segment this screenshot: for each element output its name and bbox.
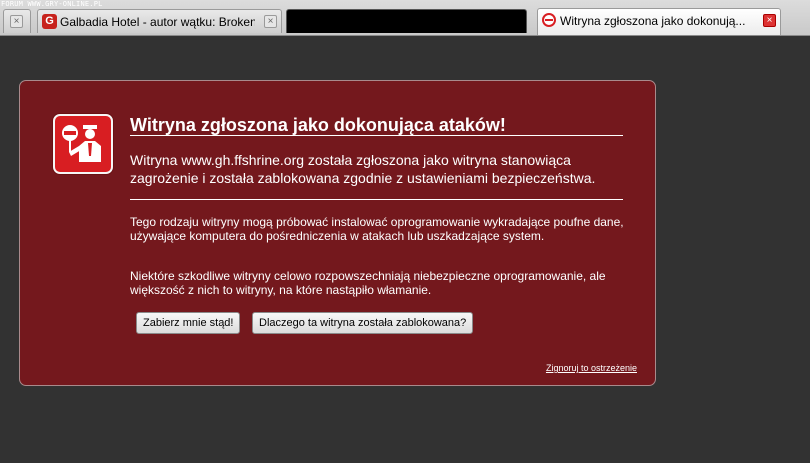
- gry-online-logo-icon: G: [42, 14, 57, 29]
- close-tab-icon[interactable]: ×: [763, 14, 776, 27]
- lead-divider: [130, 199, 623, 200]
- tab-galbadia-hotel[interactable]: G Galbadia Hotel - autor wątku: Broken_.…: [37, 9, 282, 33]
- title-divider: [130, 135, 623, 136]
- tab-blocked-site[interactable]: Witryna zgłoszona jako dokonują... ×: [537, 8, 781, 35]
- blocked-icon: [542, 13, 556, 27]
- ignore-warning-link[interactable]: Zignoruj to ostrzeżenie: [546, 363, 637, 373]
- warning-lead-text: Witryna www.gh.ffshrine.org została zgło…: [130, 152, 596, 186]
- why-blocked-button[interactable]: Dlaczego ta witryna została zablokowana?: [252, 312, 474, 334]
- tab-redacted[interactable]: [286, 9, 527, 33]
- close-tab-icon[interactable]: ×: [264, 15, 277, 28]
- tab-empty[interactable]: ×: [3, 9, 31, 33]
- tab-label: Witryna zgłoszona jako dokonują...: [560, 14, 746, 28]
- security-officer-icon: [53, 114, 113, 174]
- tab-label: Galbadia Hotel - autor wątku: Broken_...: [60, 15, 255, 29]
- warning-title: Witryna zgłoszona jako dokonująca ataków…: [130, 115, 506, 135]
- take-me-away-button[interactable]: Zabierz mnie stąd!: [136, 312, 241, 334]
- warning-paragraph-1: Tego rodzaju witryny mogą próbować insta…: [130, 215, 624, 243]
- tab-bar: × G Galbadia Hotel - autor wątku: Broken…: [0, 0, 810, 36]
- attack-site-warning-panel: Witryna zgłoszona jako dokonująca ataków…: [19, 80, 656, 386]
- watermark-text: FORUM WWW.GRY-ONLINE.PL: [1, 0, 103, 8]
- warning-paragraph-2: Niektóre szkodliwe witryny celowo rozpow…: [130, 269, 606, 297]
- close-tab-icon[interactable]: ×: [10, 15, 23, 28]
